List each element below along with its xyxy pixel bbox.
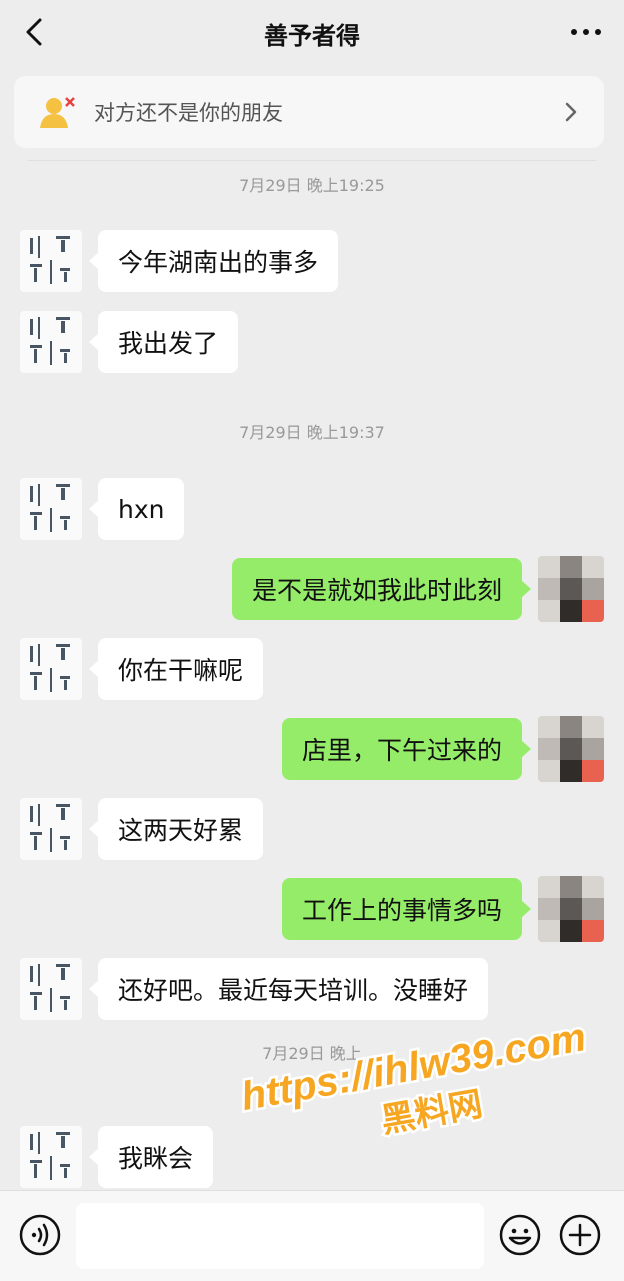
contact-avatar[interactable]	[20, 638, 82, 700]
my-avatar[interactable]	[538, 556, 604, 622]
watermark-url: https://ihlw39.com	[238, 1015, 589, 1119]
timestamp: 7月29日 晚上19:25	[239, 176, 385, 195]
contact-avatar[interactable]	[20, 1126, 82, 1188]
voice-input-icon[interactable]	[18, 1213, 62, 1257]
emoji-icon[interactable]	[498, 1213, 542, 1257]
chevron-right-icon	[565, 102, 577, 122]
message-bubble[interactable]: 工作上的事情多吗	[281, 878, 532, 940]
message-bubble[interactable]: 是不是就如我此时此刻	[231, 558, 532, 620]
input-bar	[0, 1190, 624, 1281]
back-arrow-icon[interactable]	[18, 14, 54, 50]
contact-avatar[interactable]	[20, 478, 82, 540]
watermark-label: 黑料网	[378, 1084, 485, 1141]
message-input[interactable]	[76, 1203, 484, 1269]
not-friend-banner[interactable]: 对方还不是你的朋友	[14, 76, 604, 148]
contact-avatar[interactable]	[20, 311, 82, 373]
chat-header: 善予者得	[0, 0, 624, 66]
timestamp: 7月29日 晚上	[262, 1044, 362, 1063]
not-friend-text: 对方还不是你的朋友	[94, 101, 283, 125]
message-bubble[interactable]: hxn	[88, 478, 185, 540]
message-bubble[interactable]: 店里，下午过来的	[281, 718, 532, 780]
message-bubble[interactable]: 还好吧。最近每天培训。没睡好	[88, 958, 489, 1020]
contact-avatar[interactable]	[20, 798, 82, 860]
contact-avatar[interactable]	[20, 230, 82, 292]
more-options-icon[interactable]	[568, 18, 604, 46]
message-bubble[interactable]: 你在干嘛呢	[88, 638, 264, 700]
chat-title: 善予者得	[264, 21, 360, 50]
message-bubble[interactable]: 这两天好累	[88, 798, 264, 860]
user-remove-icon	[40, 97, 75, 128]
my-avatar[interactable]	[538, 716, 604, 782]
contact-avatar[interactable]	[20, 958, 82, 1020]
plus-icon[interactable]	[558, 1213, 602, 1257]
message-bubble[interactable]: 我出发了	[88, 311, 239, 373]
timestamp: 7月29日 晚上19:37	[239, 423, 385, 442]
my-avatar[interactable]	[538, 876, 604, 942]
message-bubble[interactable]: 今年湖南出的事多	[88, 230, 339, 292]
message-bubble[interactable]: 我眯会	[88, 1126, 214, 1188]
divider	[28, 160, 596, 161]
